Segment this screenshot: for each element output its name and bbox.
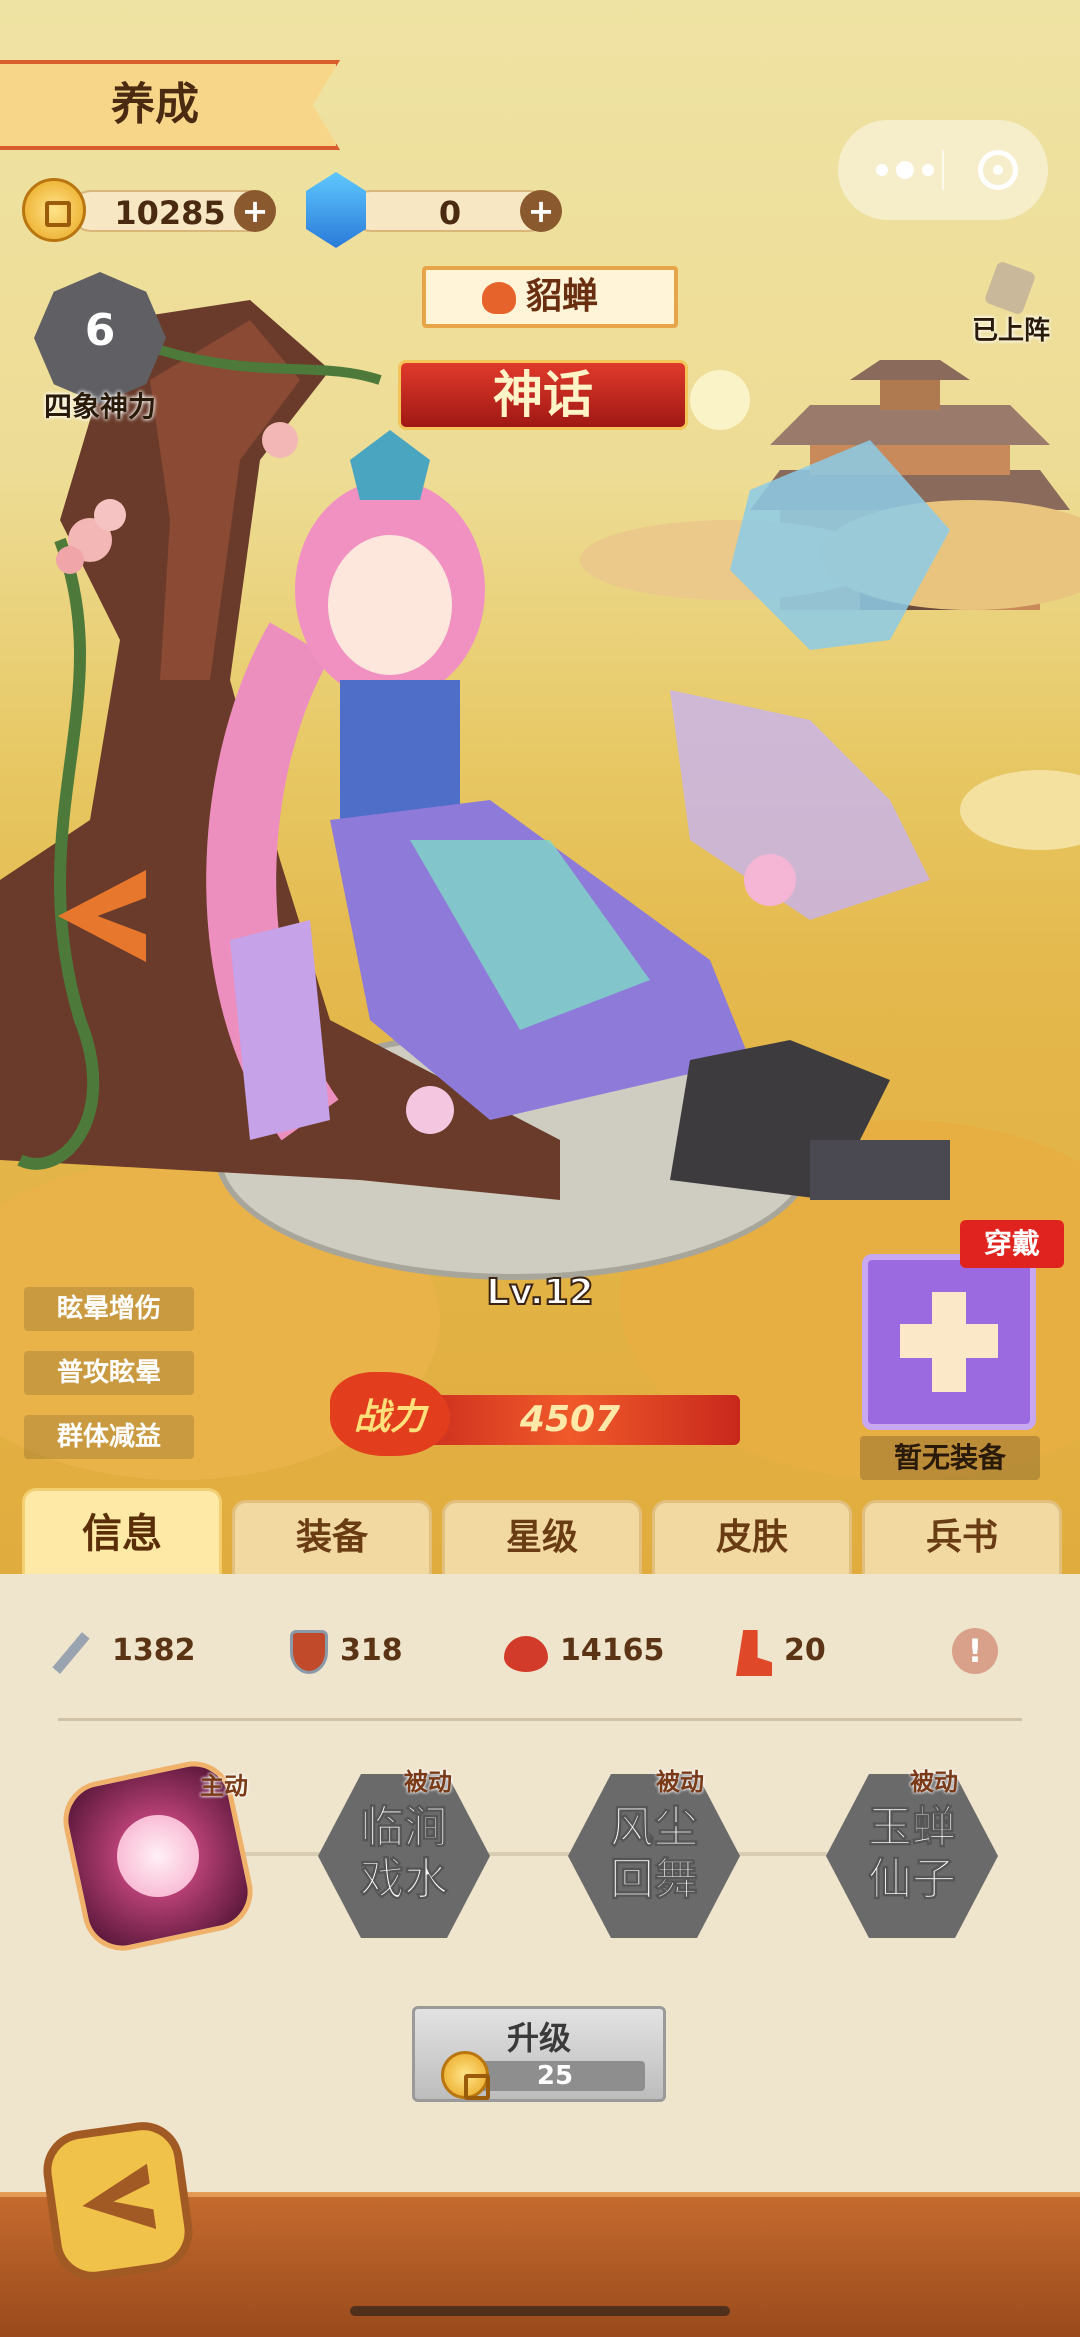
tab-skins[interactable]: 皮肤 bbox=[652, 1500, 852, 1574]
home-indicator bbox=[350, 2306, 730, 2316]
boot-icon bbox=[736, 1630, 772, 1676]
add-gold-button[interactable]: + bbox=[234, 190, 276, 232]
buff-tag: 群体减益 bbox=[24, 1415, 194, 1459]
rarity-label: 神话 bbox=[493, 366, 593, 424]
skill-name-line2: 仙子 bbox=[868, 1854, 957, 1906]
tab-info[interactable]: 信息 bbox=[22, 1488, 222, 1574]
four-symbols-label: 四象神力 bbox=[43, 390, 156, 423]
upgrade-cost: 25 bbox=[536, 2061, 574, 2091]
target-circle-icon[interactable] bbox=[978, 150, 1018, 190]
gold-coin-icon bbox=[22, 178, 86, 242]
tab-war-books[interactable]: 兵书 bbox=[862, 1500, 1062, 1574]
buff-tag: 普攻眩晕 bbox=[24, 1351, 194, 1395]
equip-tag: 穿戴 bbox=[960, 1220, 1064, 1268]
hero-level: Lv.12 bbox=[485, 1271, 594, 1314]
skill-type-tag: 被动 bbox=[404, 1768, 452, 1796]
power-value: 4507 bbox=[519, 1399, 621, 1440]
four-symbols-level: 6 bbox=[84, 305, 116, 356]
deployed-label: 已上阵 bbox=[972, 316, 1051, 346]
more-dots-icon[interactable] bbox=[866, 150, 946, 190]
hero-name: 貂蝉 bbox=[526, 276, 599, 317]
power-label: 战力 bbox=[353, 1397, 426, 1438]
back-arrow-icon bbox=[78, 2164, 157, 2239]
heart-plus-icon bbox=[482, 282, 516, 314]
cherry-blossom-icon bbox=[109, 1807, 207, 1905]
speed-stat: 20 bbox=[734, 1626, 874, 1676]
skill-name-line1: 临涧 bbox=[360, 1802, 449, 1854]
health-value: 14165 bbox=[560, 1633, 665, 1668]
upgrade-button[interactable]: 升级 25 bbox=[412, 2006, 666, 2102]
back-button[interactable] bbox=[38, 2116, 198, 2286]
heart-icon bbox=[504, 1636, 548, 1672]
mini-program-capsule bbox=[838, 120, 1048, 220]
speed-value: 20 bbox=[784, 1633, 826, 1668]
add-gem-button[interactable]: + bbox=[520, 190, 562, 232]
plus-icon bbox=[900, 1324, 998, 1358]
info-icon[interactable]: ! bbox=[952, 1628, 998, 1674]
skill-type-tag: 主动 bbox=[200, 1772, 248, 1800]
skill-name-line1: 风尘 bbox=[610, 1802, 699, 1854]
skill-type-tag: 被动 bbox=[656, 1768, 704, 1796]
tab-stars[interactable]: 星级 bbox=[442, 1500, 642, 1574]
defense-value: 318 bbox=[340, 1633, 403, 1668]
skill-name-line1: 玉蝉 bbox=[868, 1802, 957, 1854]
skill-name-line2: 回舞 bbox=[610, 1854, 699, 1906]
equip-empty-label: 暂无装备 bbox=[860, 1436, 1040, 1480]
upgrade-label: 升级 bbox=[506, 2019, 571, 2057]
gem-amount: 0 bbox=[438, 194, 462, 232]
gold-coin-icon bbox=[441, 2051, 490, 2100]
hero-name-plate: 貂蝉 bbox=[422, 266, 678, 328]
equip-slot-button[interactable] bbox=[862, 1254, 1036, 1430]
health-stat: 14165 bbox=[502, 1626, 702, 1676]
shield-icon bbox=[290, 1630, 328, 1674]
skill-type-tag: 被动 bbox=[910, 1768, 958, 1796]
tab-equipment[interactable]: 装备 bbox=[232, 1500, 432, 1574]
attack-value: 1382 bbox=[112, 1633, 196, 1668]
page-title: 养成 bbox=[111, 79, 199, 130]
skill-name-line2: 戏水 bbox=[360, 1854, 449, 1906]
buff-tag: 眩晕增伤 bbox=[24, 1287, 194, 1331]
hero-character bbox=[206, 430, 950, 1200]
attack-stat: 1382 bbox=[52, 1626, 240, 1676]
defense-stat: 318 bbox=[288, 1626, 448, 1676]
divider bbox=[58, 1718, 1022, 1721]
